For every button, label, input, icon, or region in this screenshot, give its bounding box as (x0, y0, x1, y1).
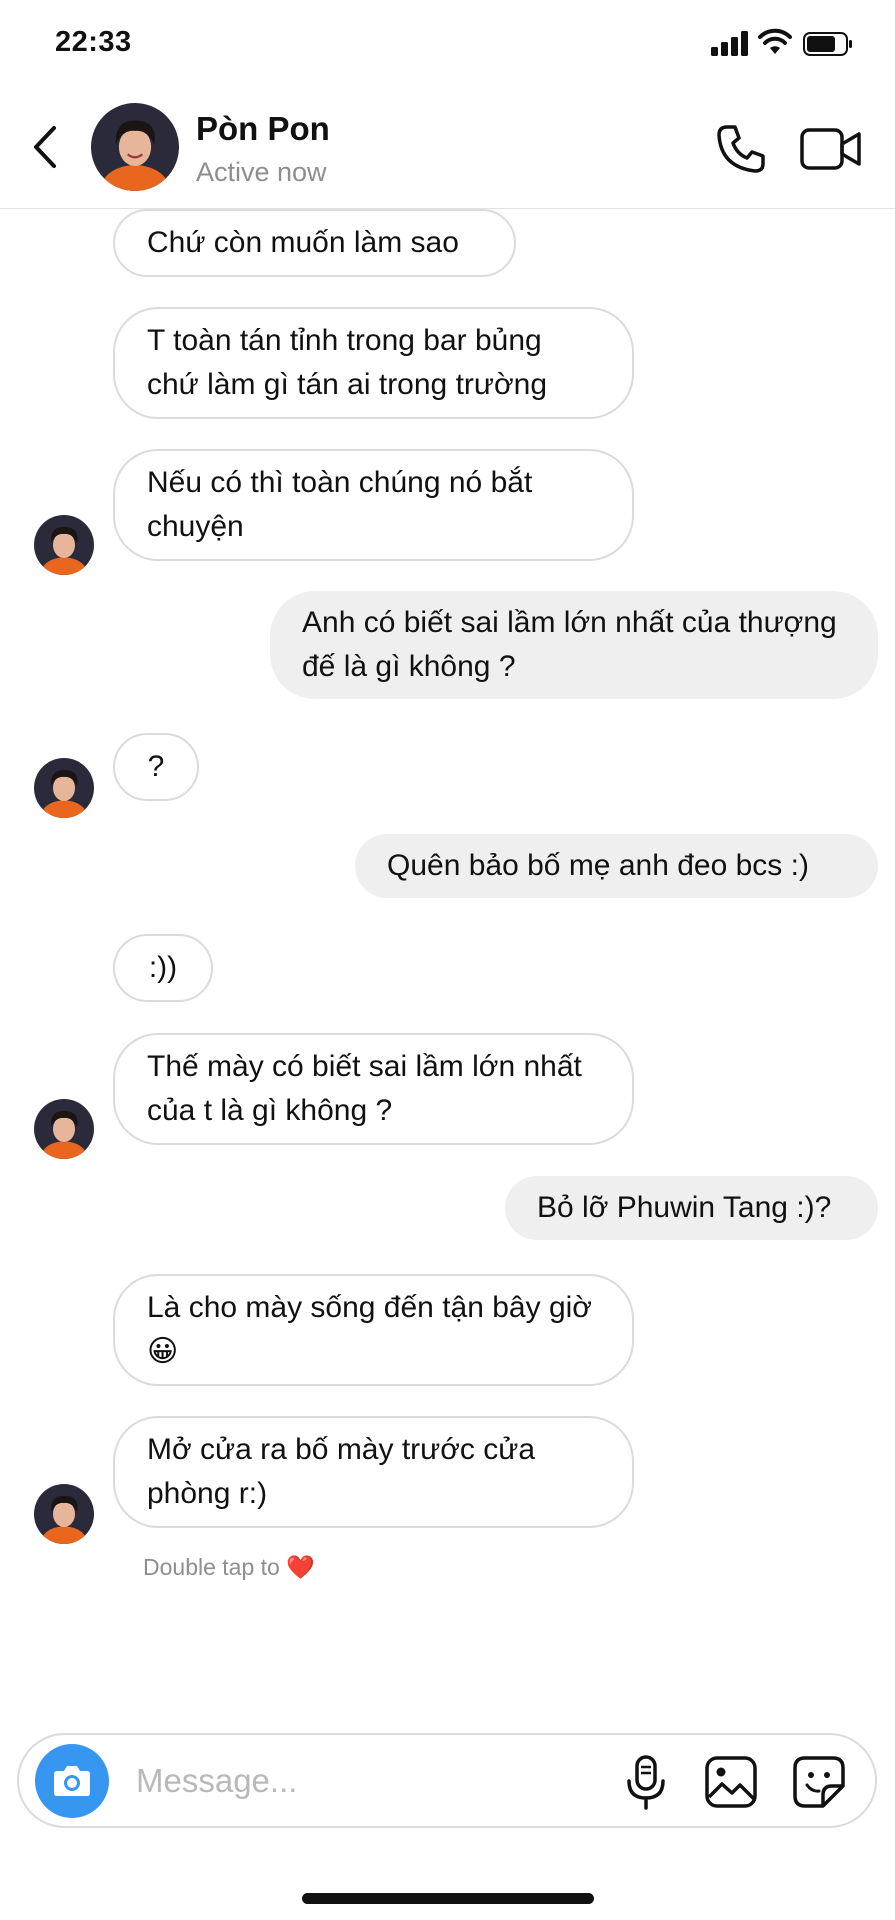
contact-name[interactable]: Pòn Pon (196, 110, 330, 148)
contact-status: Active now (196, 157, 327, 187)
message-input[interactable] (134, 1755, 618, 1807)
camera-button[interactable] (35, 1744, 109, 1818)
incoming-message[interactable]: :)) (113, 934, 213, 1002)
outgoing-message[interactable]: Anh có biết sai lầm lớn nhất của thượng … (270, 591, 878, 699)
sender-avatar[interactable] (34, 1484, 94, 1544)
sender-avatar[interactable] (34, 515, 94, 575)
incoming-message[interactable]: Chứ còn muốn làm sao (113, 209, 516, 277)
sender-avatar[interactable] (34, 1099, 94, 1159)
incoming-message[interactable]: Thế mày có biết sai lầm lớn nhất của t l… (113, 1033, 634, 1145)
message-thread[interactable]: Chứ còn muốn làm sao T toàn tán tỉnh tro… (0, 209, 895, 1719)
camera-icon (54, 1766, 90, 1796)
image-gallery-icon[interactable] (704, 1755, 758, 1809)
outgoing-message[interactable]: Bỏ lỡ Phuwin Tang :)? (505, 1176, 878, 1240)
chat-header: Pòn Pon Active now (0, 88, 895, 209)
wifi-icon (758, 28, 792, 54)
outgoing-message[interactable]: Quên bảo bố mẹ anh đeo bcs :) (355, 834, 878, 898)
incoming-message[interactable]: Là cho mày sống đến tận bây giờ 😀 (113, 1274, 634, 1386)
incoming-message[interactable]: ? (113, 733, 199, 801)
double-tap-hint: Double tap to ❤️ (143, 1554, 315, 1581)
heart-icon: ❤️ (286, 1554, 315, 1580)
message-composer (17, 1733, 877, 1828)
chevron-left-icon[interactable] (28, 124, 64, 170)
contact-avatar[interactable] (91, 103, 179, 191)
status-bar: 22:33 (0, 0, 895, 88)
home-indicator[interactable] (302, 1893, 594, 1904)
cellular-signal-icon (711, 30, 751, 56)
status-time: 22:33 (55, 26, 132, 58)
video-camera-icon[interactable] (800, 126, 862, 172)
incoming-message[interactable]: Nếu có thì toàn chúng nó bắt chuyện (113, 449, 634, 561)
battery-icon (803, 32, 852, 56)
microphone-icon[interactable] (624, 1755, 668, 1811)
phone-icon[interactable] (715, 123, 767, 175)
double-tap-hint-text: Double tap to (143, 1554, 280, 1580)
incoming-message[interactable]: T toàn tán tỉnh trong bar bủng chứ làm g… (113, 307, 634, 419)
sender-avatar[interactable] (34, 758, 94, 818)
sticker-icon[interactable] (792, 1755, 846, 1809)
incoming-message[interactable]: Mở cửa ra bố mày trước cửa phòng r:) (113, 1416, 634, 1528)
